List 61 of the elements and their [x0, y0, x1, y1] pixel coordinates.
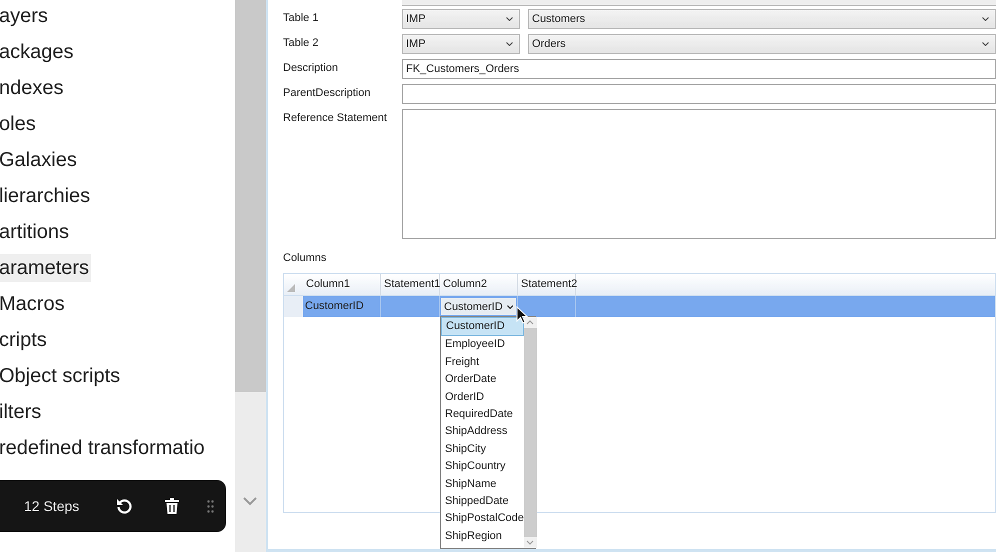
- dropdown-option[interactable]: EmployeeID: [441, 336, 524, 354]
- sidebar-item[interactable]: lierarchies: [0, 182, 92, 210]
- caret-icon: [982, 42, 989, 46]
- caret-icon: [506, 17, 513, 21]
- sidebar-item[interactable]: redefined transformatio: [0, 434, 207, 462]
- dropdown-option[interactable]: ShipCity: [441, 440, 524, 458]
- sidebar-item[interactable]: Galaxies: [0, 146, 79, 174]
- steps-count: 12 Steps: [24, 498, 80, 514]
- scroll-up-icon[interactable]: [526, 320, 534, 325]
- schema-dropdown[interactable]: IMP: [402, 9, 520, 29]
- sidebar-item[interactable]: oles: [0, 110, 38, 138]
- cell-dropdown[interactable]: CustomerID: [441, 298, 516, 315]
- dropdown-option[interactable]: ShipPostalCode: [441, 510, 524, 528]
- field-label: Table 1: [283, 11, 320, 24]
- column-header[interactable]: Statement2: [518, 274, 576, 295]
- dropdown-option[interactable]: ShippedDate: [441, 492, 524, 510]
- section-label: Columns: [283, 252, 328, 264]
- field-label: Reference Statement: [283, 111, 388, 124]
- sidebar-item[interactable]: cripts: [0, 326, 49, 354]
- dropdown-option[interactable]: CustomerID: [441, 317, 524, 336]
- dropdown-option[interactable]: ShipCountry: [441, 458, 524, 476]
- undo-icon[interactable]: [115, 497, 134, 515]
- field-label: Table 2: [283, 36, 320, 49]
- table-dropdown[interactable]: Customers: [528, 9, 996, 29]
- sidebar-item[interactable]: arameters: [0, 254, 92, 282]
- scroll-down-icon[interactable]: [526, 540, 534, 545]
- sidebar-item[interactable]: ayers: [0, 2, 50, 30]
- sidebar-item[interactable]: ilters: [0, 398, 44, 426]
- caret-icon: [982, 17, 989, 21]
- grid-row[interactable]: CustomerID CustomerID: [284, 296, 995, 317]
- sidebar-item[interactable]: Macros: [0, 290, 67, 318]
- dropdown-option[interactable]: OrderID: [441, 388, 524, 406]
- reference-statement-field[interactable]: [402, 109, 996, 239]
- field-label: ParentDescription: [283, 86, 372, 99]
- field-label: Description: [283, 61, 340, 74]
- description-field[interactable]: FK_Customers_Orders: [402, 59, 996, 79]
- table-dropdown[interactable]: Orders: [528, 34, 996, 54]
- dropdown-option[interactable]: ShipAddress: [441, 423, 524, 441]
- corner-triangle-icon: [287, 284, 295, 292]
- drag-handle-icon[interactable]: [207, 500, 214, 512]
- scrollbar-thumb[interactable]: [235, 0, 266, 392]
- parent-description-field[interactable]: [402, 84, 996, 104]
- schema-dropdown[interactable]: IMP: [402, 34, 520, 54]
- caret-icon: [506, 304, 513, 308]
- sidebar-item[interactable]: ackages: [0, 38, 76, 66]
- table-cell: CustomerID: [303, 296, 381, 317]
- column-header[interactable]: Statement1: [381, 274, 440, 295]
- dropdown-option[interactable]: OrderDate: [441, 371, 524, 389]
- dropdown-option[interactable]: ShipName: [441, 476, 524, 493]
- column-header[interactable]: Column2: [440, 274, 518, 295]
- trash-icon[interactable]: [165, 498, 180, 514]
- column-header[interactable]: Column1: [303, 274, 381, 295]
- chevron-down-icon[interactable]: [243, 497, 257, 506]
- sidebar-item[interactable]: artitions: [0, 218, 72, 246]
- sidebar-item[interactable]: Object scripts: [0, 362, 122, 390]
- dropdown-option[interactable]: RequiredDate: [441, 406, 524, 424]
- dropdown-option[interactable]: Freight: [441, 354, 524, 372]
- dropdown-option[interactable]: ShipRegion: [441, 528, 524, 546]
- caret-icon: [506, 42, 513, 46]
- scrollbar-thumb[interactable]: [524, 328, 537, 537]
- sidebar-item[interactable]: ndexes: [0, 74, 66, 102]
